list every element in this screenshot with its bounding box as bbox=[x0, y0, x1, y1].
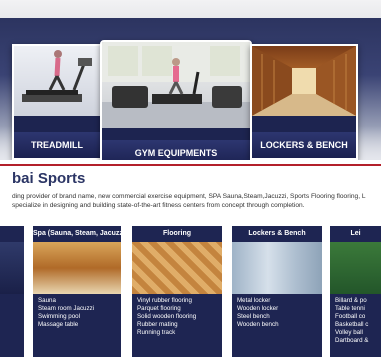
list-item[interactable]: Basketball c bbox=[335, 321, 376, 329]
category-card-leisure[interactable]: Lei Billard & po Table tenni Football co… bbox=[330, 226, 381, 357]
leisure-image bbox=[330, 242, 381, 294]
lockers-image bbox=[252, 46, 356, 116]
slide-label: LOCKERS & BENCH bbox=[252, 132, 356, 158]
card-item-list: Vinyl rubber flooring Parquet flooring S… bbox=[132, 294, 222, 340]
carousel-slide-treadmill[interactable]: TREADMILL bbox=[12, 44, 102, 160]
product-carousel: TREADMILL GYM EQUIPMENTS LOCKERS & BENCH bbox=[0, 18, 381, 160]
card-item-list: Sauna Steam room Jacuzzi Swimming pool M… bbox=[33, 294, 121, 332]
list-item[interactable]: Wooden bench bbox=[237, 321, 317, 329]
section-description: ding provider of brand name, new commerc… bbox=[12, 192, 381, 210]
category-card-spa[interactable]: Spa (Sauna, Steam, Jacuzzi) Sauna Steam … bbox=[33, 226, 121, 357]
slide-label: GYM EQUIPMENTS bbox=[102, 140, 250, 160]
page: TREADMILL GYM EQUIPMENTS LOCKERS & BENCH… bbox=[0, 0, 381, 357]
gym-equipment-image bbox=[102, 42, 250, 128]
list-item[interactable]: Solid wooden flooring bbox=[137, 313, 217, 321]
list-item[interactable]: Metal locker bbox=[237, 297, 317, 305]
list-item[interactable]: Volley ball bbox=[335, 329, 376, 337]
section-title: bai Sports bbox=[12, 170, 86, 187]
spa-image bbox=[33, 242, 121, 294]
list-item[interactable]: Table tenni bbox=[335, 305, 376, 313]
card-title: Spa (Sauna, Steam, Jacuzzi) bbox=[33, 226, 121, 242]
card-item-list: Metal locker Wooden locker Steel bench W… bbox=[232, 294, 322, 332]
section-divider bbox=[0, 164, 381, 166]
list-item[interactable]: Vinyl rubber flooring bbox=[137, 297, 217, 305]
list-item[interactable]: Football co bbox=[335, 313, 376, 321]
list-item[interactable]: Dartboard & bbox=[335, 337, 376, 345]
lockers-image bbox=[232, 242, 322, 294]
slide-label: TREADMILL bbox=[14, 132, 100, 158]
card-header bbox=[0, 226, 24, 242]
carousel-slide-lockers-bench[interactable]: LOCKERS & BENCH bbox=[250, 44, 358, 160]
card-title: Lei bbox=[330, 226, 381, 242]
treadmill-image bbox=[14, 46, 100, 116]
list-item[interactable]: Wooden locker bbox=[237, 305, 317, 313]
list-item[interactable]: Steam room Jacuzzi bbox=[38, 305, 116, 313]
category-card-flooring[interactable]: Flooring Vinyl rubber flooring Parquet f… bbox=[132, 226, 222, 357]
category-card-lockers-bench[interactable]: Lockers & Bench Metal locker Wooden lock… bbox=[232, 226, 322, 357]
list-item[interactable]: Parquet flooring bbox=[137, 305, 217, 313]
description-line: specialize in designing and building sta… bbox=[12, 202, 305, 209]
category-cards: Spa (Sauna, Steam, Jacuzzi) Sauna Steam … bbox=[0, 226, 381, 357]
card-image bbox=[0, 242, 24, 294]
list-item[interactable]: Running track bbox=[137, 329, 217, 337]
list-item[interactable]: Massage table bbox=[38, 321, 116, 329]
category-card-partial-left[interactable] bbox=[0, 226, 24, 357]
description-line: ding provider of brand name, new commerc… bbox=[12, 193, 366, 200]
flooring-image bbox=[132, 242, 222, 294]
list-item[interactable]: Sauna bbox=[38, 297, 116, 305]
card-item-list: Billard & po Table tenni Football co Bas… bbox=[330, 294, 381, 348]
list-item[interactable]: Steel bench bbox=[237, 313, 317, 321]
card-title: Lockers & Bench bbox=[232, 226, 322, 242]
list-item[interactable]: Billard & po bbox=[335, 297, 376, 305]
list-item[interactable]: Swimming pool bbox=[38, 313, 116, 321]
list-item[interactable]: Rubber mating bbox=[137, 321, 217, 329]
card-title: Flooring bbox=[132, 226, 222, 242]
carousel-slide-gym-equipments[interactable]: GYM EQUIPMENTS bbox=[100, 40, 252, 160]
